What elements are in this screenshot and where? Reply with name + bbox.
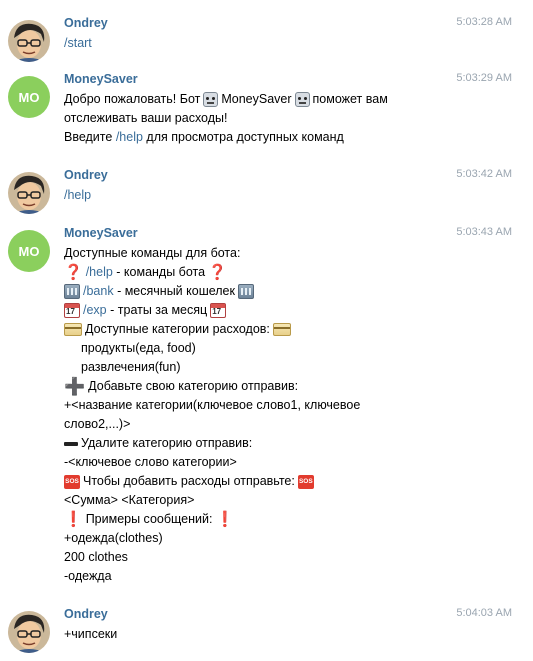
avatar-photo-icon	[8, 611, 50, 653]
text: Доступные категории расходов:	[85, 322, 270, 336]
message-time: 5:03:29 AM	[456, 72, 512, 84]
question-icon: ❓	[208, 263, 227, 281]
minus-icon	[64, 441, 78, 446]
text: развлечения(fun)	[81, 360, 181, 374]
text: +<название категории(ключевое слово1, кл…	[64, 398, 361, 412]
credit-card-icon	[64, 323, 82, 336]
credit-card-icon	[272, 323, 291, 336]
message-time: 5:03:42 AM	[456, 168, 512, 180]
plus-icon: ➕	[64, 376, 86, 396]
bank-icon	[64, 284, 80, 299]
text: - месячный кошелек	[117, 284, 235, 298]
text: для просмотра доступных команд	[146, 130, 344, 144]
text: -одежда	[64, 569, 112, 583]
message-time: 5:03:43 AM	[456, 226, 512, 238]
message-body: Добро пожаловать! Бот MoneySaver поможет…	[64, 90, 504, 147]
sender-name[interactable]: Ondrey	[64, 168, 108, 182]
user-avatar[interactable]	[8, 611, 50, 653]
avatar-photo-icon	[8, 20, 50, 62]
text: Добро пожаловать! Бот	[64, 92, 201, 106]
calendar-icon	[64, 303, 80, 318]
message-time: 5:04:03 AM	[456, 607, 512, 619]
message-body: Доступные команды для бота: ❓ /help - ко…	[64, 244, 504, 586]
sos-icon: SOS	[64, 474, 80, 489]
message-body: /help	[64, 186, 504, 205]
text: Добавьте свою категорию отправив:	[88, 379, 299, 393]
message-body: /start	[64, 34, 504, 53]
text: Примеры сообщений:	[85, 512, 213, 526]
robot-icon	[294, 92, 310, 107]
message-time: 5:03:28 AM	[456, 16, 512, 28]
text: Чтобы добавить расходы отправьте:	[83, 474, 295, 488]
exclamation-icon: ❗	[64, 510, 83, 528]
text: Доступные команды для бота:	[64, 246, 241, 260]
command-link-help[interactable]: /help	[116, 128, 143, 147]
bot-avatar[interactable]: MO	[8, 230, 50, 272]
text: продукты(еда, food)	[81, 341, 196, 355]
exclamation-icon: ❗	[215, 510, 235, 528]
command-link-help[interactable]: /help	[64, 186, 91, 205]
bot-avatar[interactable]: MO	[8, 76, 50, 118]
command-link-start[interactable]: /start	[64, 34, 92, 53]
text: отслеживать ваши расходы!	[64, 111, 228, 125]
robot-icon	[203, 92, 219, 107]
sender-name[interactable]: MoneySaver	[64, 72, 138, 86]
text: Введите	[64, 130, 113, 144]
text: +одежда(clothes)	[64, 531, 163, 545]
calendar-icon	[210, 303, 227, 318]
sender-name[interactable]: MoneySaver	[64, 226, 138, 240]
command-link-bank[interactable]: /bank	[83, 282, 114, 301]
text: -<ключевое слово категории>	[64, 455, 237, 469]
question-icon: ❓	[64, 263, 83, 281]
message-body: +чипсеки	[64, 625, 504, 644]
text: Удалите категорию отправив:	[81, 436, 253, 450]
text: - команды бота	[116, 265, 206, 279]
bank-icon	[237, 284, 254, 299]
sender-name[interactable]: Ondrey	[64, 607, 108, 621]
user-avatar[interactable]	[8, 172, 50, 214]
sos-icon: SOS	[297, 474, 314, 489]
text: +чипсеки	[64, 627, 118, 641]
text: - траты за месяц	[110, 303, 208, 317]
sender-name[interactable]: Ondrey	[64, 16, 108, 30]
text: поможет вам	[312, 92, 388, 106]
text: 200 clothes	[64, 550, 128, 564]
command-link-exp[interactable]: /exp	[83, 301, 107, 320]
avatar-photo-icon	[8, 172, 50, 214]
text: <Сумма> <Категория>	[64, 493, 195, 507]
command-link-help[interactable]: /help	[86, 263, 113, 282]
text: слово2,...)>	[64, 417, 131, 431]
text: MoneySaver	[221, 92, 292, 106]
user-avatar[interactable]	[8, 20, 50, 62]
